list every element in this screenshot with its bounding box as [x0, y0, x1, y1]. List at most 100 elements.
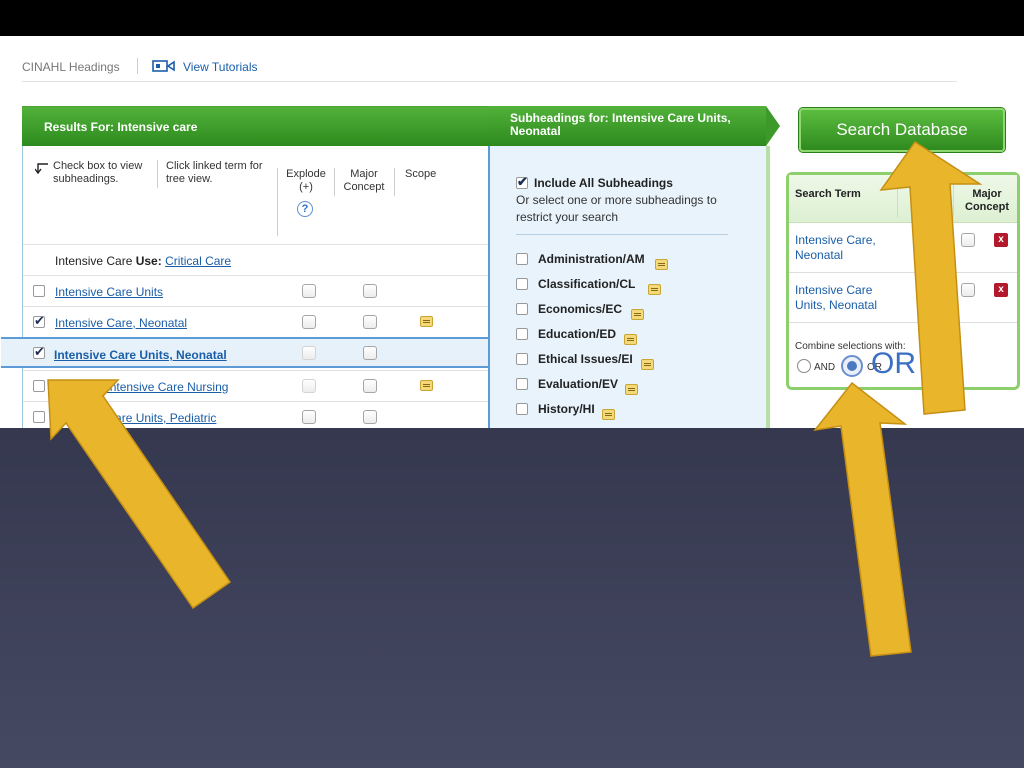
search-term-row: Intensive Care, Neonatal x: [789, 223, 1017, 273]
subheading-label: Administration/AM: [538, 252, 645, 266]
col-divider-1: [277, 168, 278, 236]
term-link[interactable]: Intensive Care Units, Neonatal: [54, 348, 227, 362]
black-top-bar: [0, 0, 1024, 36]
term-link[interactable]: Intensive Care Units: [55, 285, 163, 299]
major-concept-checkbox[interactable]: [363, 410, 377, 424]
row-checkbox[interactable]: [33, 380, 45, 392]
terms-col-divider: [953, 183, 954, 217]
term-link[interactable]: Intensive Care Units, Pediatric: [55, 411, 216, 425]
subheading-label: Classification/CL: [538, 277, 636, 291]
delete-term-button[interactable]: x: [994, 233, 1008, 247]
scope-note-icon[interactable]: [420, 316, 433, 327]
col-divider-2: [334, 168, 335, 196]
major-concept-checkbox[interactable]: [363, 284, 377, 298]
subheading-checkbox[interactable]: [516, 253, 528, 265]
search-terms-header: Search Term o Major Concept: [789, 175, 1017, 223]
hint-check: Check box to view subheadings.: [53, 160, 143, 185]
hint-click: Click linked term for tree view.: [166, 160, 263, 185]
major-concept-checkbox[interactable]: [363, 379, 377, 393]
scope-note-icon[interactable]: [420, 380, 433, 391]
subheadings-title: Subheadings for: Intensive Care Units, N…: [510, 111, 731, 138]
major-concept-checkbox[interactable]: [961, 283, 975, 297]
explode-checkbox[interactable]: [302, 410, 316, 424]
and-label: AND: [814, 362, 836, 373]
scope-note-icon[interactable]: [655, 259, 668, 270]
table-row: Intensive Care Units, Pediatric: [23, 401, 489, 428]
search-term-row: Intensive Care Units, Neonatal x: [789, 273, 1017, 323]
subheading-checkbox[interactable]: [516, 303, 528, 315]
view-tutorials-link[interactable]: View Tutorials: [183, 60, 257, 74]
explode-checkbox[interactable]: [302, 346, 316, 360]
scope-note-icon[interactable]: [625, 384, 638, 395]
results-body: Check box to view subheadings. Click lin…: [1, 146, 489, 428]
include-all-label: Include All Subheadings: [534, 176, 673, 190]
results-panel: Results For: Intensive care Check box to…: [1, 106, 489, 428]
explode-checkbox[interactable]: [302, 315, 316, 329]
include-all-checkbox[interactable]: [516, 174, 528, 190]
video-camera-icon: [152, 60, 175, 72]
results-title: Results For: Intensive care: [44, 120, 198, 134]
delete-term-button[interactable]: x: [994, 283, 1008, 297]
term-link[interactable]: Neonatal Intensive Care Nursing: [55, 380, 228, 394]
subheading-checkbox[interactable]: [516, 328, 528, 340]
explode-checkbox[interactable]: [302, 284, 316, 298]
subheading-label: Economics/EC: [538, 302, 623, 316]
term-link[interactable]: Intensive Care, Neonatal: [55, 316, 187, 330]
header-bar: CINAHL Headings View Tutorials: [22, 58, 957, 82]
subheading-checkbox[interactable]: [516, 403, 528, 415]
subheading-checkbox[interactable]: [516, 353, 528, 365]
table-row: Neonatal Intensive Care Nursing: [23, 370, 489, 401]
or-label-enlarged: OR: [871, 347, 916, 380]
header-arrow-tip: [766, 106, 780, 146]
results-header: Results For: Intensive care: [22, 106, 488, 146]
scope-note-icon[interactable]: [631, 309, 644, 320]
major-concept-checkbox[interactable]: [363, 346, 377, 360]
col-explode-partial: o: [941, 188, 948, 200]
terms-col-divider: [897, 183, 898, 217]
subheadings-header: Subheadings for: Intensive Care Units, N…: [488, 106, 780, 146]
scope-note-icon[interactable]: [602, 409, 615, 420]
row-checkbox[interactable]: [33, 285, 45, 297]
subheadings-note: Or select one or more subheadings to res…: [516, 193, 717, 224]
col-major: Major Concept: [343, 168, 385, 193]
subheading-label: History/HI: [538, 402, 595, 416]
scope-note-icon[interactable]: [648, 284, 661, 295]
search-terms-panel: Search Term o Major Concept Intensive Ca…: [786, 172, 1020, 390]
col-major-concept: Major Concept: [965, 188, 1009, 213]
header-divider: [137, 58, 138, 74]
table-row: Intensive Care, Neonatal: [23, 306, 489, 337]
major-concept-checkbox[interactable]: [961, 233, 975, 247]
use-label: Use:: [135, 254, 162, 268]
scope-note-icon[interactable]: [641, 359, 654, 370]
breadcrumb: CINAHL Headings: [22, 60, 120, 74]
subheading-label: Evaluation/EV: [538, 377, 619, 391]
subheading-label: Ethical Issues/EI: [538, 352, 633, 366]
search-database-button[interactable]: Search Database: [799, 108, 1005, 152]
use-term: Intensive Care: [55, 254, 133, 268]
or-radio[interactable]: [841, 355, 863, 377]
subheadings-panel: Subheadings for: Intensive Care Units, N…: [488, 106, 780, 428]
and-radio[interactable]: [797, 359, 811, 373]
help-icon[interactable]: ?: [297, 201, 313, 217]
cinahl-screenshot: CINAHL Headings View Tutorials Results F…: [0, 36, 1024, 428]
critical-care-link[interactable]: Critical Care: [165, 254, 231, 268]
row-checkbox[interactable]: [33, 411, 45, 423]
use-text: Intensive Care Use: Critical Care: [55, 254, 231, 268]
row-checkbox[interactable]: [33, 313, 45, 329]
table-row-selected: Intensive Care Units, Neonatal: [1, 337, 489, 368]
search-term-name[interactable]: Intensive Care Units, Neonatal: [795, 283, 905, 313]
scope-note-icon[interactable]: [624, 334, 637, 345]
search-term-name[interactable]: Intensive Care, Neonatal: [795, 233, 905, 263]
explode-checkbox[interactable]: [302, 379, 316, 393]
major-concept-checkbox[interactable]: [363, 315, 377, 329]
subheading-checkbox[interactable]: [516, 278, 528, 290]
col-scope: Scope: [405, 168, 437, 180]
subheading-checkbox[interactable]: [516, 378, 528, 390]
col-search-term: Search Term: [795, 188, 861, 200]
subheading-label: Education/ED: [538, 327, 617, 341]
subheadings-body: Include All Subheadings Or select one or…: [488, 146, 770, 428]
use-row: Intensive Care Use: Critical Care: [23, 244, 489, 275]
table-row: Intensive Care Units: [23, 275, 489, 306]
hint-divider: [157, 160, 158, 188]
row-checkbox[interactable]: [33, 344, 45, 360]
